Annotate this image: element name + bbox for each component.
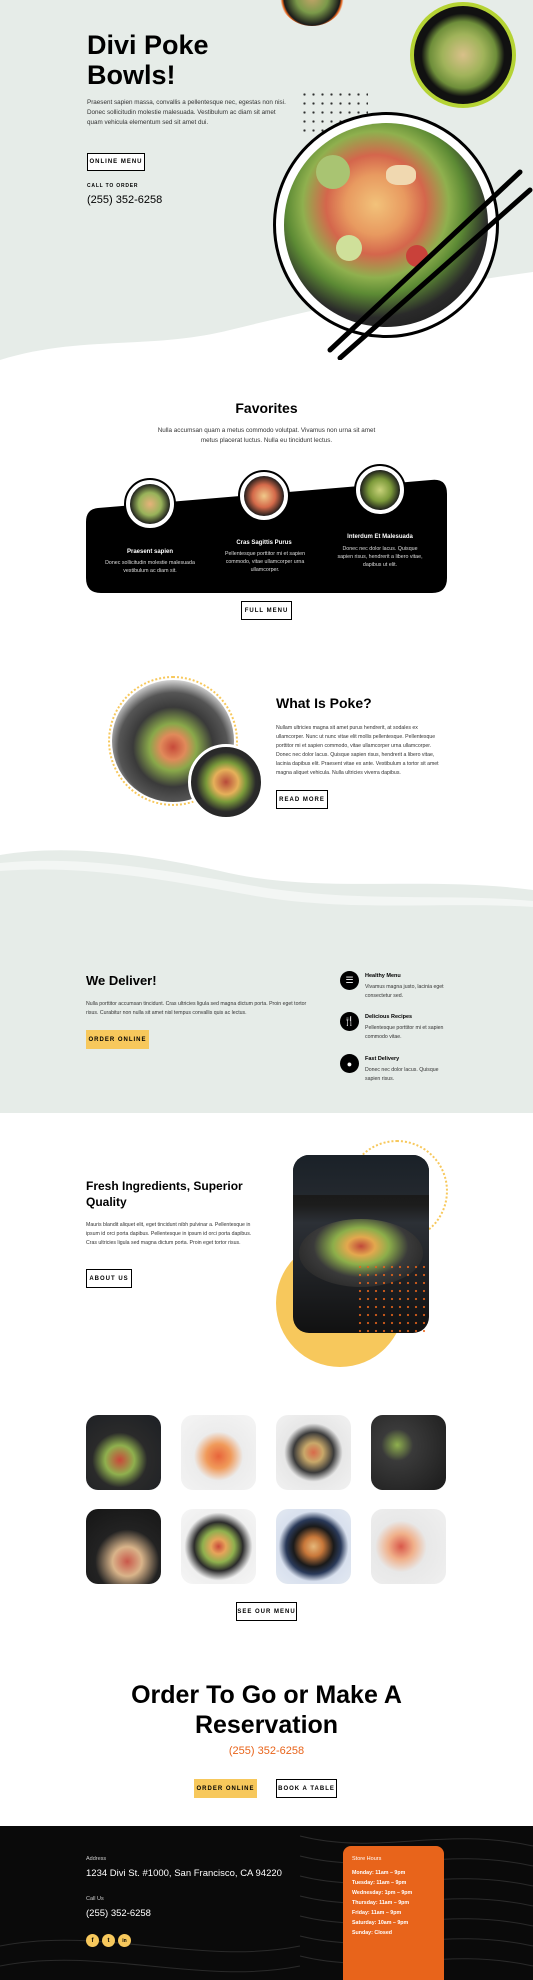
feature-desc-delivery: Donec nec dolor lacus. Quisque sapien ri… <box>365 1067 439 1082</box>
hours-row: Wednesday: 1pm – 9pm <box>352 1890 413 1896</box>
order-online-button[interactable]: ORDER ONLINE <box>86 1030 149 1049</box>
gallery-tile-5[interactable] <box>86 1509 161 1584</box>
brush-top <box>0 835 533 907</box>
feature-icon-delivery: ● <box>340 1054 359 1073</box>
favorite-name-2[interactable]: Cras Sagittis Purus <box>214 540 314 546</box>
chopsticks-icon <box>327 169 533 360</box>
footer-address: 1234 Divi St. #1000, San Francisco, CA 9… <box>86 1868 282 1879</box>
fresh-body: Mauris blandit aliquet elit, eget tincid… <box>86 1222 252 1246</box>
hours-row: Monday: 11am – 9pm <box>352 1870 406 1876</box>
hero-body: Praesent sapien massa, convallis a pelle… <box>87 99 286 126</box>
full-menu-button[interactable]: FULL MENU <box>241 601 292 620</box>
order-phone[interactable]: (255) 352-6258 <box>0 1745 533 1757</box>
favorite-bowl-3 <box>354 464 406 516</box>
feature-desc-healthy: Vivamus magna justo, lacinia eget consec… <box>365 984 444 999</box>
order-section: Order To Go or Make A Reservation (255) … <box>0 1660 533 1826</box>
what-is-poke-section: What Is Poke? Nullam ultricies magna sit… <box>0 660 533 830</box>
favorites-intro: Nulla accumsan quam a metus commodo volu… <box>157 427 376 444</box>
gallery-tile-3[interactable] <box>276 1415 351 1490</box>
see-our-menu-button[interactable]: SEE OUR MENU <box>236 1602 297 1621</box>
gallery-tile-6[interactable] <box>181 1509 256 1584</box>
hero-phone[interactable]: (255) 352-6258 <box>87 194 162 206</box>
twitter-icon[interactable]: t <box>102 1934 115 1947</box>
favorite-name-1[interactable]: Praesent sapien <box>100 549 200 555</box>
gallery-tile-8[interactable] <box>371 1509 446 1584</box>
feature-title-healthy: Healthy Menu <box>365 973 401 979</box>
hours-row: Thursday: 11am – 9pm <box>352 1900 410 1906</box>
hero-title-line1: Divi Poke <box>87 30 209 60</box>
favorite-bowl-1 <box>124 478 176 530</box>
hours-row: Saturday: 10am – 9pm <box>352 1920 409 1926</box>
favorite-desc-3: Donec nec dolor lacus. Quisque sapien ri… <box>337 546 423 568</box>
store-hours-card: Store Hours Monday: 11am – 9pm Tuesday: … <box>343 1846 444 1980</box>
fresh-orange-dots <box>356 1263 426 1333</box>
favorite-desc-1: Donec sollicitudin molestie malesuada ve… <box>105 560 195 574</box>
favorites-title: Favorites <box>235 400 298 416</box>
call-to-order-label: CALL TO ORDER <box>87 183 139 189</box>
hero-title-line2: Bowls! <box>87 60 176 90</box>
feature-desc-recipes: Pellentesque porttitor mi et sapien comm… <box>365 1025 444 1040</box>
feature-title-recipes: Delicious Recipes <box>365 1014 413 1020</box>
favorite-name-3[interactable]: Interdum Et Malesuada <box>330 534 430 540</box>
order-title-line2: Reservation <box>194 1711 339 1739</box>
lime-bowl-image <box>410 2 516 108</box>
hero-section: Divi Poke Bowls! Praesent sapien massa, … <box>0 0 533 400</box>
deliver-body: Nulla porttitor accumsan tincidunt. Cras… <box>86 1001 307 1016</box>
poke-photo-small <box>188 744 264 820</box>
order-online-button-2[interactable]: ORDER ONLINE <box>194 1779 257 1798</box>
what-body: Nullam ultricies magna sit amet purus he… <box>276 725 439 776</box>
gallery-tile-2[interactable] <box>181 1415 256 1490</box>
facebook-icon[interactable]: f <box>86 1934 99 1947</box>
fresh-title: Fresh Ingredients, Superior Quality <box>86 1178 243 1210</box>
hours-row: Friday: 11am – 9pm <box>352 1910 402 1916</box>
favorite-desc-2: Pellentesque porttitor mi et sapien comm… <box>224 551 306 573</box>
online-menu-button[interactable]: ONLINE MENU <box>87 153 145 171</box>
hero-title: Divi Poke Bowls! <box>87 30 209 90</box>
what-title: What Is Poke? <box>276 695 372 711</box>
read-more-button[interactable]: READ MORE <box>276 790 328 809</box>
order-title-line1: Order To Go or Make A <box>131 1681 402 1709</box>
feature-title-delivery: Fast Delivery <box>365 1056 400 1062</box>
footer-call-label: Call Us <box>86 1896 104 1902</box>
linkedin-icon[interactable]: in <box>118 1934 131 1947</box>
fresh-title-line2: Quality <box>86 1195 127 1209</box>
footer: Address 1234 Divi St. #1000, San Francis… <box>0 1826 533 1980</box>
deliver-title: We Deliver! <box>86 973 157 988</box>
hours-row: Sunday: Closed <box>352 1930 393 1936</box>
order-title: Order To Go or Make A Reservation <box>0 1680 533 1740</box>
hours-row: Tuesday: 11am – 9pm <box>352 1880 407 1886</box>
fresh-title-line1: Fresh Ingredients, Superior <box>86 1179 243 1193</box>
footer-wave-lines <box>0 1835 533 1973</box>
book-table-button[interactable]: BOOK A TABLE <box>276 1779 337 1798</box>
favorites-section: Favorites Nulla accumsan quam a metus co… <box>0 400 533 630</box>
gallery-tile-7[interactable] <box>276 1509 351 1584</box>
feature-icon-healthy: ☰ <box>340 971 359 990</box>
store-hours-title: Store Hours <box>352 1856 382 1862</box>
gallery-section: SEE OUR MENU <box>0 1403 533 1623</box>
deliver-section: We Deliver! Nulla porttitor accumsan tin… <box>0 835 533 1113</box>
feature-icon-recipes: 🍴 <box>340 1012 359 1031</box>
small-bowl-image <box>277 0 347 26</box>
about-us-button[interactable]: ABOUT US <box>86 1269 132 1288</box>
footer-phone[interactable]: (255) 352-6258 <box>86 1908 151 1919</box>
gallery-tile-4[interactable] <box>371 1415 446 1490</box>
fresh-section: Fresh Ingredients, Superior Quality Maur… <box>0 1113 533 1403</box>
favorite-bowl-2 <box>238 470 290 522</box>
footer-address-label: Address <box>86 1856 107 1862</box>
gallery-tile-1[interactable] <box>86 1415 161 1490</box>
